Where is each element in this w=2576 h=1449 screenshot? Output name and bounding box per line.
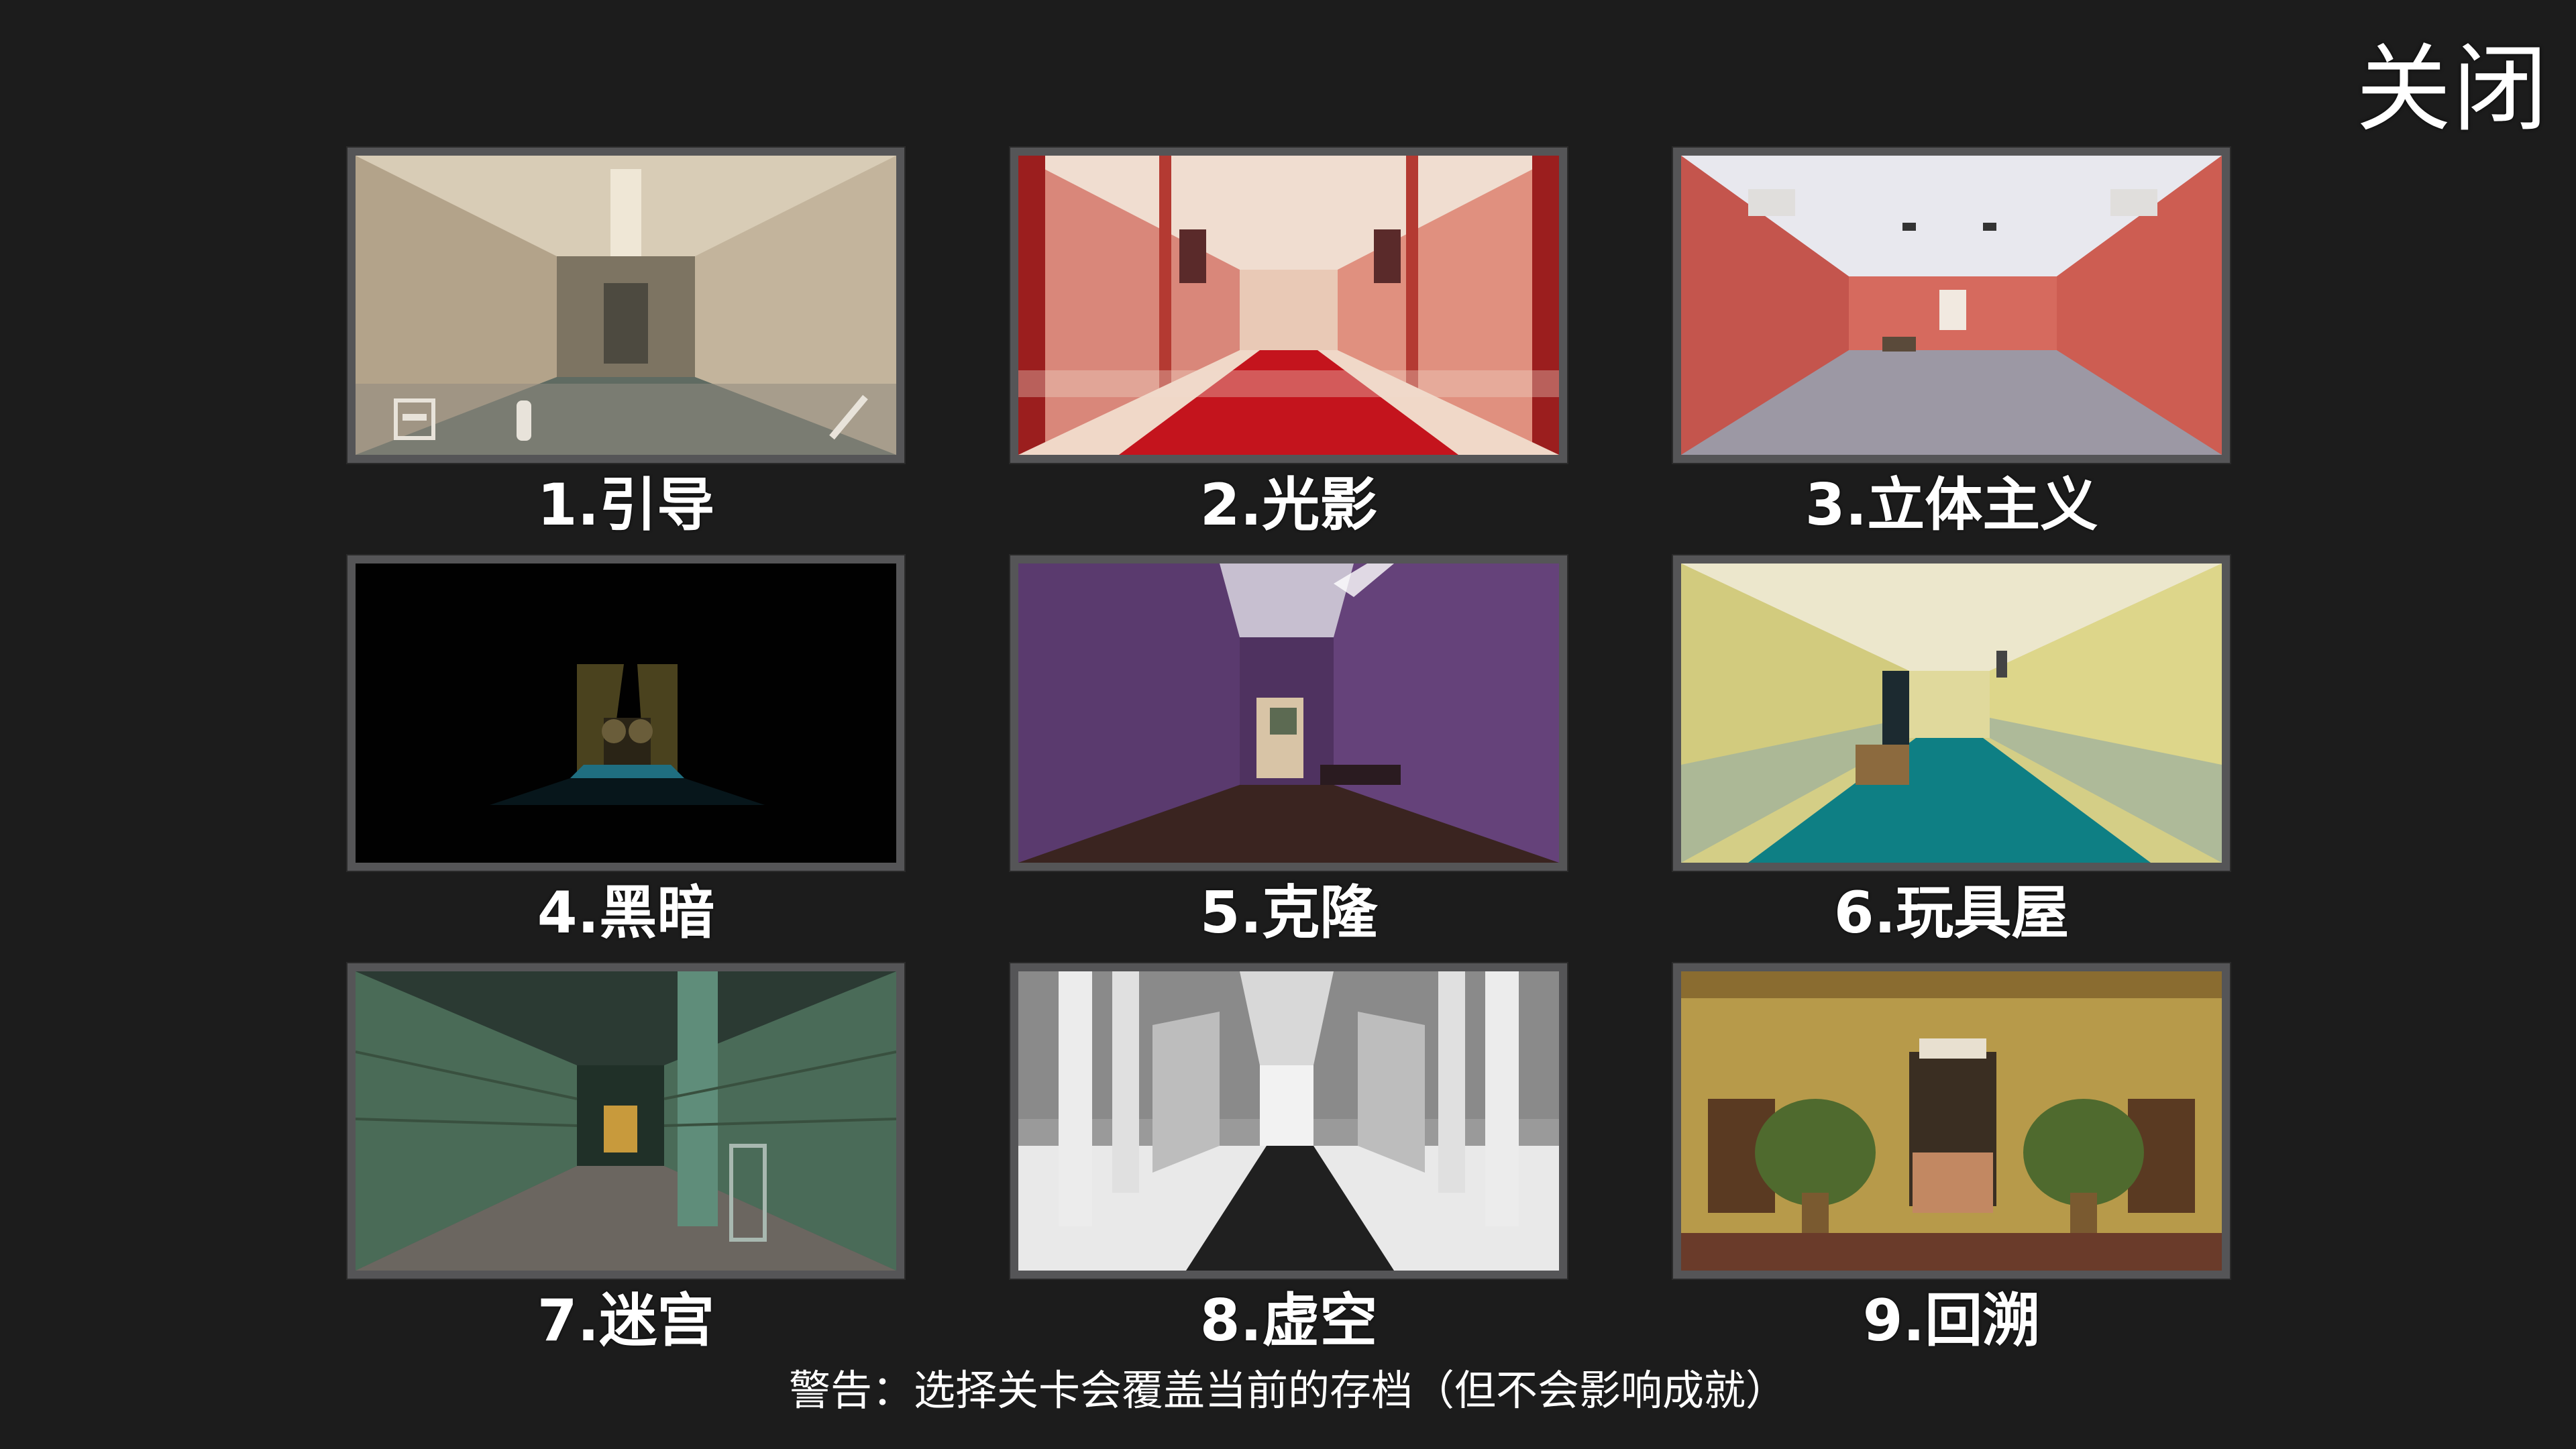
level-thumbnail-2[interactable] [1010,148,1567,463]
red-wall-hallway-icon [1681,156,2222,455]
level-select-screen: 关闭 1.引导 2.光影 3.立体主义 4.黑暗 5.克隆 6.玩具屋 7.迷宫… [0,0,2576,1449]
level-label-3: 3.立体主义 [1805,472,2098,539]
level-card-6[interactable]: 6.玩具屋 [1673,555,2230,948]
red-carpet-corridor-icon [1018,156,1559,455]
level-card-8[interactable]: 8.虚空 [1010,963,1567,1356]
purple-room-icon [1018,564,1559,863]
level-label-5: 5.克隆 [1199,879,1378,947]
level-label-2: 2.光影 [1199,472,1378,539]
level-label-9: 9.回溯 [1862,1287,2041,1354]
green-tile-corridor-icon [356,971,896,1271]
level-thumbnail-7[interactable] [347,963,904,1279]
level-label-8: 8.虚空 [1199,1287,1378,1354]
level-card-1[interactable]: 1.引导 [347,148,904,540]
level-thumbnail-3[interactable] [1673,148,2230,463]
save-overwrite-warning: 警告：选择关卡会覆盖当前的存档（但不会影响成就） [788,1366,1787,1415]
level-grid: 1.引导 2.光影 3.立体主义 4.黑暗 5.克隆 6.玩具屋 7.迷宫 8.… [0,0,2576,1449]
level-thumbnail-5[interactable] [1010,555,1567,871]
level-card-4[interactable]: 4.黑暗 [347,555,904,948]
level-card-5[interactable]: 5.克隆 [1010,555,1567,948]
level-thumbnail-4[interactable] [347,555,904,871]
level-label-6: 6.玩具屋 [1833,879,2070,947]
level-card-2[interactable]: 2.光影 [1010,148,1567,540]
level-label-7: 7.迷宫 [537,1287,715,1354]
level-card-9[interactable]: 9.回溯 [1673,963,2230,1356]
level-label-4: 4.黑暗 [537,879,715,947]
level-thumbnail-9[interactable] [1673,963,2230,1279]
level-thumbnail-8[interactable] [1010,963,1567,1279]
level-card-3[interactable]: 3.立体主义 [1673,148,2230,540]
level-card-7[interactable]: 7.迷宫 [347,963,904,1356]
guide-corridor-icon [356,156,896,455]
level-thumbnail-1[interactable] [347,148,904,463]
level-label-1: 1.引导 [537,472,715,539]
white-void-corridor-icon [1018,971,1559,1271]
dark-corridor-icon [356,564,896,863]
level-thumbnail-6[interactable] [1673,555,2230,871]
lobby-plants-icon [1681,971,2222,1271]
yellow-hallway-icon [1681,564,2222,863]
